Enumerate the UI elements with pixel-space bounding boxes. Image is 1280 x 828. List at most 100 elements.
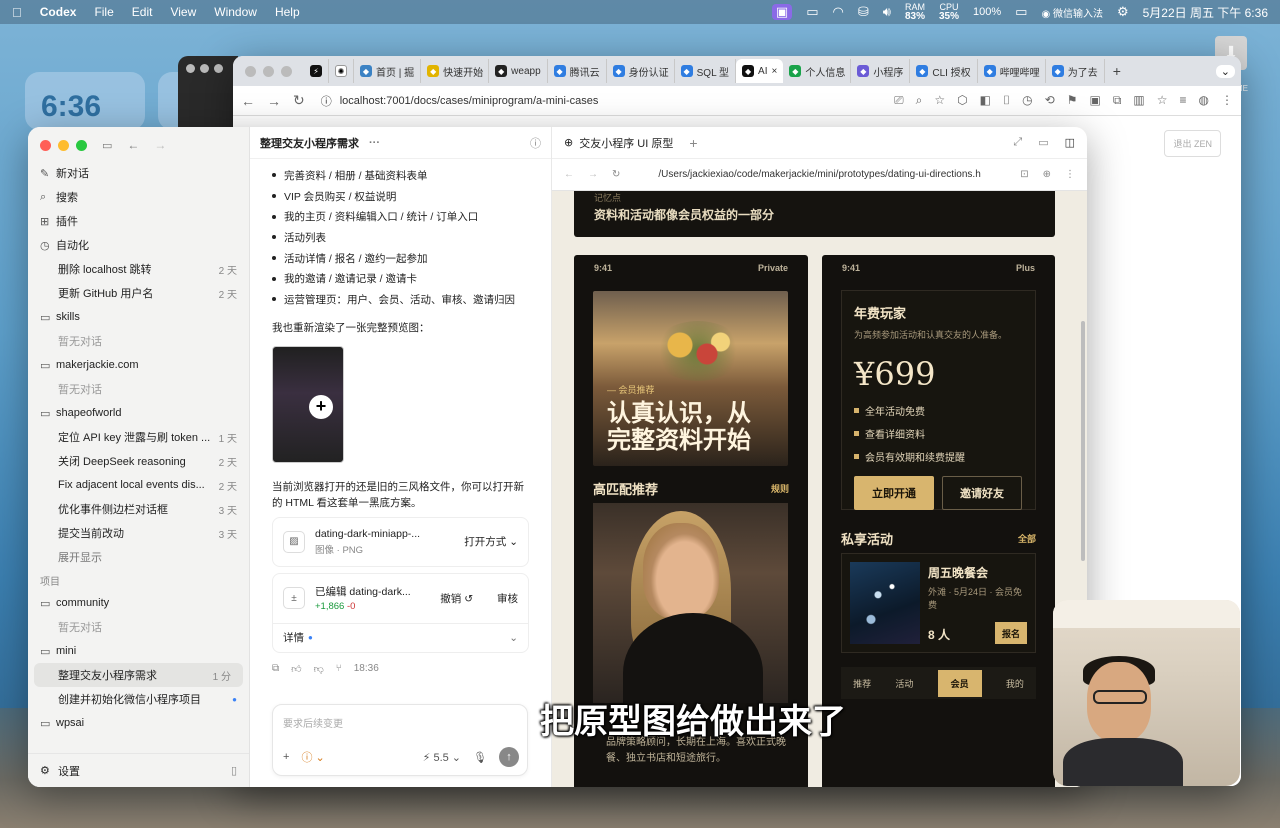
thumbs-down-icon[interactable]: 👎︎ xyxy=(314,663,324,675)
folder-item[interactable]: ▭ makerjackie.com xyxy=(28,353,249,377)
all-events-link[interactable]: 全部 xyxy=(1018,532,1036,545)
review-button[interactable]: 审核 xyxy=(497,591,518,606)
preview-forward-button[interactable]: → xyxy=(588,169,598,180)
open-with-button[interactable]: 打开方式 ⌄ xyxy=(464,534,518,549)
copy-icon[interactable]: ⧉ xyxy=(272,663,279,674)
show-more-button[interactable]: 展开显示 xyxy=(28,545,249,569)
bookmark-star-icon[interactable]: ☆ xyxy=(934,93,945,108)
reading-list-icon[interactable]: ≡ xyxy=(1180,93,1187,108)
site-info-icon[interactable]: ⓘ xyxy=(321,93,332,109)
menu-app-name[interactable]: Codex xyxy=(40,5,77,19)
settings-icon[interactable]: ⚙ xyxy=(40,764,58,777)
model-selector[interactable]: ⚡︎ 5.5 ⌄ xyxy=(423,751,461,764)
chat-more-icon[interactable]: ··· xyxy=(369,137,380,149)
settings-label[interactable]: 设置 xyxy=(58,763,80,779)
conversation-item[interactable]: 定位 API key 泄露与刷 token ... 1 天 xyxy=(28,425,249,449)
tab-1[interactable]: 活动 xyxy=(895,677,913,690)
browser-tab[interactable]: ◆ AI × xyxy=(736,59,784,83)
panel-icon[interactable]: ▭ xyxy=(1038,136,1048,149)
info-icon[interactable]: ⓘ xyxy=(530,135,541,151)
browser-tab[interactable]: ◆ 为了去 xyxy=(1046,59,1105,83)
add-icon[interactable]: ⊕ xyxy=(1043,169,1051,180)
extension-icon[interactable]: ⬡ xyxy=(957,93,967,108)
sync-icon[interactable]: ⟲ xyxy=(1045,93,1055,108)
tab-search-button[interactable]: ⌄ xyxy=(1215,64,1235,78)
sidebar-icon[interactable]: ▥ xyxy=(1133,93,1144,108)
add-tab-button[interactable]: + xyxy=(689,135,697,151)
battery-icon[interactable]: ▭ xyxy=(1015,4,1027,20)
conversation-item[interactable]: 创建并初始化微信小程序项目 ● xyxy=(28,687,249,711)
battery-percent[interactable]: 100% xyxy=(973,6,1001,18)
sidebar-item-plugin[interactable]: ⊞ 插件 xyxy=(28,209,249,233)
forward-button[interactable]: → xyxy=(267,93,281,109)
folder-item[interactable]: ▭ shapeofworld xyxy=(28,401,249,425)
extension-icon[interactable]: ◧ xyxy=(980,93,991,108)
bookmark-icon[interactable]: ▣ xyxy=(1089,93,1100,108)
conversation-item[interactable]: 提交当前改动 3 天 xyxy=(28,521,249,545)
back-icon[interactable]: ← xyxy=(127,138,139,152)
profile-avatar[interactable]: ◍ xyxy=(1199,93,1209,108)
close-button[interactable] xyxy=(40,139,51,151)
control-center-icon[interactable]: ⚙ xyxy=(1117,4,1129,20)
browser-tab[interactable]: ◆ 腾讯云 xyxy=(548,59,607,83)
close-window-button[interactable] xyxy=(245,65,256,77)
sidebar-item-search[interactable]: ⌕ 搜索 xyxy=(28,185,249,209)
minimize-button[interactable] xyxy=(58,139,69,151)
pinned-tab[interactable]: ⚡ xyxy=(304,59,329,83)
minimize-window-button[interactable] xyxy=(263,65,274,77)
send-button[interactable]: ↑ xyxy=(499,747,519,767)
extension-icon[interactable]: ⚑ xyxy=(1067,93,1078,108)
window-icon[interactable]: ▭ xyxy=(806,4,818,20)
tab-2[interactable]: 会员 xyxy=(937,669,982,697)
profile-photo[interactable] xyxy=(593,503,788,703)
wifi-icon[interactable]: ◠ xyxy=(833,4,844,20)
sidebar-item-edit[interactable]: ✎ 新对话 xyxy=(28,161,249,185)
undo-button[interactable]: 撤销 ↺ xyxy=(440,591,473,606)
menu-edit[interactable]: Edit xyxy=(132,5,153,19)
composer-input[interactable]: 要求后续变更 xyxy=(283,715,343,730)
zoom-icon[interactable]: ⌕ xyxy=(916,93,923,108)
thumbs-up-icon[interactable]: 👍︎ xyxy=(291,663,301,675)
more-menu-icon[interactable]: ⋮ xyxy=(1221,93,1233,108)
device-icon[interactable]: ▯ xyxy=(231,764,237,777)
menu-clock[interactable]: 5月22日 周五 下午 6:36 xyxy=(1143,4,1268,21)
menu-window[interactable]: Window xyxy=(214,5,257,19)
browser-tab[interactable]: ◆ 哔哩哔哩 xyxy=(978,59,1046,83)
menu-help[interactable]: Help xyxy=(275,5,300,19)
mic-icon[interactable]: 🎙︎ xyxy=(473,751,487,764)
more-icon[interactable]: ⋮ xyxy=(1065,169,1075,180)
hero-card[interactable]: — 会员推荐 认真认识，从 完整资料开始 xyxy=(593,291,788,466)
preview-back-button[interactable]: ← xyxy=(564,169,574,180)
menu-file[interactable]: File xyxy=(94,5,113,19)
new-tab-button[interactable]: + xyxy=(1113,63,1121,79)
browser-tab[interactable]: ◆ 快速开始 xyxy=(421,59,490,83)
expand-icon[interactable]: ⤢ xyxy=(1013,136,1022,149)
browser-tab[interactable]: ◆ 个人信息 xyxy=(783,59,852,83)
sidebar-item-clock[interactable]: ◷ 自动化 xyxy=(28,233,249,257)
preview-image-thumbnail[interactable]: + xyxy=(272,345,344,463)
conversation-item[interactable]: 优化事件侧边栏对话框 3 天 xyxy=(28,497,249,521)
invite-friend-button[interactable]: 邀请好友 xyxy=(942,476,1022,510)
event-card[interactable]: 周五晚餐会 外滩 · 5月24日 · 会员免费 8 人 报名 xyxy=(841,553,1036,653)
zoom-button[interactable] xyxy=(76,139,87,151)
volume-icon[interactable]: 🔊︎ xyxy=(883,4,891,20)
menu-view[interactable]: View xyxy=(170,5,196,19)
forward-icon[interactable]: → xyxy=(154,138,166,152)
folder-item[interactable]: ▭ wpsai xyxy=(28,711,249,735)
cpu-stat[interactable]: CPU 35% xyxy=(939,3,959,22)
permission-icon[interactable]: ⓘ ⌄ xyxy=(301,749,324,765)
browser-tab[interactable]: ◆ weapp xyxy=(489,59,548,83)
attach-icon[interactable]: + xyxy=(283,751,289,763)
browser-tab[interactable]: ◆ 身份认证 xyxy=(607,59,675,83)
rules-link[interactable]: 规则 xyxy=(771,482,789,495)
conversation-item[interactable]: 更新 GitHub 用户名 2 天 xyxy=(28,281,249,305)
tab-3[interactable]: 我的 xyxy=(1006,677,1024,690)
ram-stat[interactable]: RAM 83% xyxy=(905,3,925,22)
register-button[interactable]: 报名 xyxy=(995,622,1027,644)
history-icon[interactable]: ◷ xyxy=(1022,93,1032,108)
preview-reload-button[interactable]: ↻ xyxy=(612,169,620,180)
conversation-item[interactable]: 关闭 DeepSeek reasoning 2 天 xyxy=(28,449,249,473)
preview-tab-title[interactable]: 交友小程序 UI 原型 xyxy=(579,135,673,151)
conversation-item[interactable]: Fix adjacent local events dis... 2 天 xyxy=(28,473,249,497)
drive-icon[interactable]: ⛁ xyxy=(858,4,869,20)
